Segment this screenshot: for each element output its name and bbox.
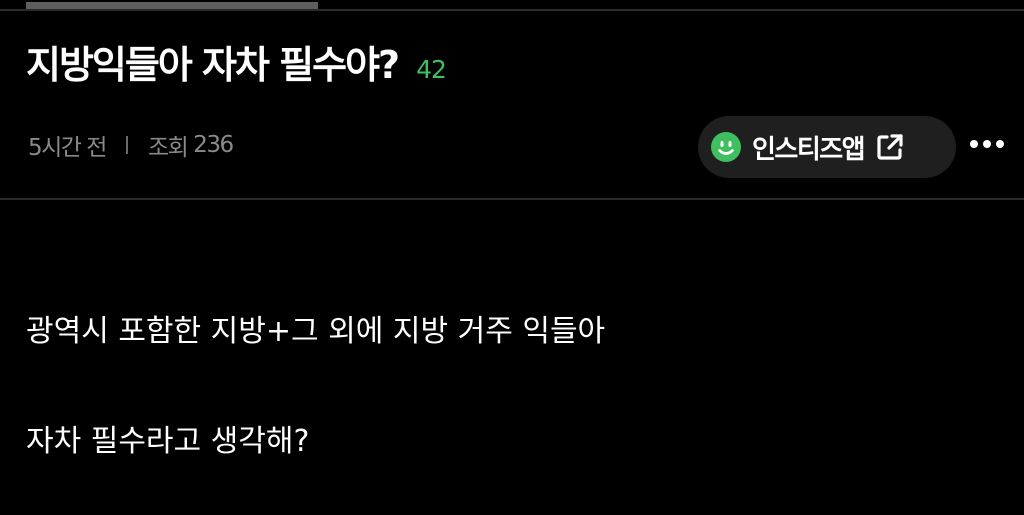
header-divider <box>0 198 1024 200</box>
post-title: 지방익들아 자차 필수야? <box>26 43 400 87</box>
title-row: 지방익들아 자차 필수야? 42 <box>26 34 447 89</box>
post-body-line: 광역시 포함한 지방+그 외에 지방 거주 익들아 <box>26 314 606 349</box>
post-header: 지방익들아 자차 필수야? 42 5시간 전 조회 236 인스티즈앱 <box>0 12 1024 198</box>
open-app-label: 인스티즈앱 <box>752 134 866 165</box>
smile-icon <box>710 131 742 163</box>
more-dots-icon <box>969 134 1005 153</box>
meta-separator <box>125 136 128 154</box>
views-label: 조회 <box>147 135 189 161</box>
views-count: 236 <box>193 132 234 158</box>
post-meta: 5시간 전 조회 236 <box>28 128 234 162</box>
open-app-button[interactable]: 인스티즈앱 <box>698 116 956 178</box>
top-divider <box>0 9 1024 11</box>
more-options-button[interactable] <box>962 124 1012 162</box>
comment-count[interactable]: 42 <box>416 55 447 84</box>
time-ago: 5시간 전 <box>28 135 107 161</box>
external-link-icon <box>874 131 906 163</box>
post-body-line: 자차 필수라고 생각해? <box>26 424 310 459</box>
